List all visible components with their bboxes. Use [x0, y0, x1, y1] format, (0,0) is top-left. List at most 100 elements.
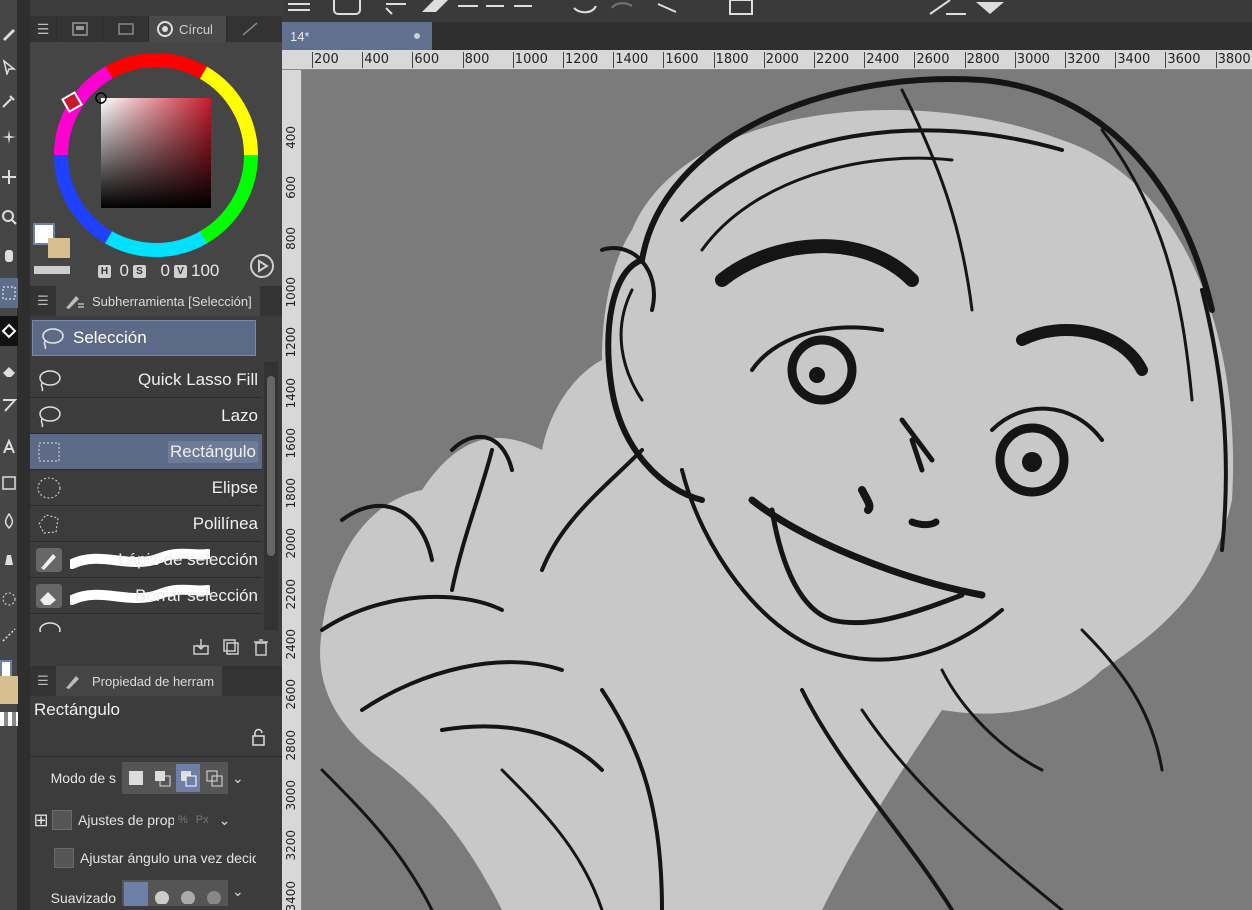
drawing-canvas[interactable]	[302, 70, 1252, 910]
subtool-item-selection-pen[interactable]: Lápiz de selección	[30, 542, 262, 578]
duplicate-subtool-icon[interactable]	[220, 636, 242, 658]
panel-column: ☰ Círcul H 0 S 0 V 100 ☰ Subherramienta …	[30, 0, 308, 910]
property-settings-checkbox[interactable]	[52, 810, 72, 830]
subtool-tab[interactable]: Subherramienta [Selección]	[56, 286, 260, 316]
auto-select-tool-icon[interactable]	[0, 122, 18, 152]
ruler-tick-label: 3400	[1117, 52, 1151, 67]
wheel-sub-color[interactable]	[48, 238, 70, 258]
expand-icon[interactable]: ⊞	[30, 810, 52, 831]
subtool-item-lasso[interactable]: Lazo	[30, 398, 262, 434]
chevron-down-icon[interactable]: ⌄	[232, 883, 244, 900]
hand-tool-icon[interactable]	[0, 240, 18, 270]
ruler-tick-mark	[763, 52, 765, 68]
subtool-item-polyline[interactable]: Polilínea	[30, 506, 262, 542]
antialiasing-none-icon[interactable]	[124, 882, 148, 906]
new-selection-icon[interactable]	[124, 764, 148, 792]
lock-icon[interactable]	[250, 728, 268, 746]
lasso-icon	[39, 406, 61, 428]
intersect-selection-icon[interactable]	[202, 764, 226, 792]
subtool-item-quick-lasso-fill[interactable]: Quick Lasso Fill	[30, 362, 262, 398]
tab-color-slider[interactable]	[102, 16, 148, 42]
lasso-tool-icon[interactable]	[0, 584, 18, 614]
percent-icon[interactable]: %	[178, 814, 188, 826]
tab-color-history[interactable]	[226, 16, 272, 42]
ruler-tick-label: 3400	[284, 880, 298, 910]
pen-icon	[929, 0, 966, 15]
dock-gap	[18, 0, 30, 910]
ruler-tick-label: 3600	[1167, 52, 1201, 67]
tool-property-menu-icon[interactable]: ☰	[30, 673, 56, 689]
ruler-tick-mark	[964, 52, 966, 68]
document-tab[interactable]: 14*	[282, 22, 432, 50]
unsaved-dot-icon[interactable]	[414, 33, 420, 39]
color-wheel-panel: H 0 S 0 V 100	[30, 42, 282, 286]
ruler-tick-label: 400	[284, 126, 298, 149]
ruler-tick-label: 2400	[866, 52, 900, 67]
subtool-item-ellipse[interactable]: Elipse	[30, 470, 262, 506]
add-selection-icon[interactable]	[150, 764, 174, 792]
wheel-transparent-color[interactable]	[34, 266, 70, 274]
rectangle-selection-icon	[38, 442, 60, 462]
operation-tool-icon[interactable]	[0, 52, 18, 82]
ruler-tick-label: 3200	[1067, 52, 1101, 67]
subtool-group-selection[interactable]: Selección	[32, 320, 256, 356]
ruler-tick-label: 3000	[284, 779, 298, 811]
decoration-tool-icon[interactable]	[0, 390, 18, 420]
vertical-ruler[interactable]: 400 600 800 1000 1200 1400 1600 1800 2000 2200 240…	[282, 70, 302, 910]
chevron-down-icon[interactable]: ⌄	[219, 812, 231, 829]
subtool-item-erase-selection[interactable]: Borrar selección	[30, 578, 262, 614]
ruler-tick-mark	[864, 52, 866, 68]
menu-icon	[288, 3, 310, 11]
subtract-selection-icon[interactable]	[176, 764, 200, 792]
brush-tool-icon[interactable]	[0, 544, 18, 574]
ruler-tick-label: 800	[284, 226, 298, 250]
tab-color-wheel[interactable]: Círcul	[148, 16, 226, 42]
ellipse-selection-icon	[37, 477, 61, 499]
color-slider-toggle-icon[interactable]	[250, 254, 274, 278]
selection-tool-icon[interactable]	[0, 278, 18, 308]
tool-property-title: Propiedad de herram	[92, 673, 215, 689]
scrollbar-thumb[interactable]	[267, 376, 275, 556]
chevron-down-icon[interactable]: ⌄	[232, 770, 244, 787]
lasso-icon	[42, 328, 64, 350]
polyline-selection-icon	[38, 514, 59, 534]
tool-property-tab[interactable]: Propiedad de herram	[56, 666, 223, 696]
ruler-tick-mark	[563, 52, 564, 68]
eraser-tool-icon[interactable]	[0, 356, 18, 386]
subtool-item-partial[interactable]	[30, 614, 262, 632]
eyedropper-tool-icon[interactable]	[0, 86, 18, 116]
subtool-item-label: Lápiz de selección	[118, 549, 258, 569]
figure-tool-icon[interactable]	[0, 468, 18, 498]
zoom-tool-icon[interactable]	[0, 202, 18, 232]
delete-subtool-icon[interactable]	[250, 636, 272, 658]
text-tool-icon[interactable]	[0, 432, 18, 462]
ruler-tick-mark	[312, 52, 313, 68]
ruler-tick-mark	[1165, 52, 1167, 68]
panel-menu-icon[interactable]: ☰	[30, 16, 56, 42]
subtool-menu-icon[interactable]: ☰	[30, 293, 56, 309]
import-subtool-icon[interactable]	[190, 636, 212, 658]
angle-checkbox[interactable]	[54, 848, 74, 868]
ruler-tick-mark	[512, 52, 514, 68]
antialiasing-weak-icon[interactable]	[150, 882, 174, 906]
ruler-tick-label: 1800	[715, 52, 749, 67]
subtool-item-rectangle[interactable]: Rectángulo	[30, 434, 262, 470]
subtool-item-label: Rectángulo	[167, 440, 258, 463]
ruler-tick-label: 600	[284, 176, 298, 200]
pen-select-tool-icon[interactable]	[0, 620, 18, 650]
color-wheel[interactable]	[30, 42, 282, 286]
h-value: 0	[119, 261, 129, 280]
pen-tool-icon[interactable]	[0, 18, 18, 48]
property-settings-row: ⊞ Ajustes de propi % Px ⌄	[30, 802, 270, 838]
horizontal-ruler[interactable]: 200 400 600 800 1000 1200 1400 1600 1800 2000 2200…	[282, 50, 1252, 70]
tab-color-set[interactable]	[56, 16, 102, 42]
subtool-scrollbar[interactable]	[264, 362, 278, 630]
antialiasing-strong-icon[interactable]	[202, 882, 226, 906]
ruler-tick-label: 2000	[765, 52, 799, 67]
px-icon[interactable]: Px	[196, 814, 209, 826]
loading-icon	[657, 3, 677, 13]
antialiasing-medium-icon[interactable]	[176, 882, 200, 906]
fill-tool-icon[interactable]	[0, 316, 18, 346]
blend-tool-icon[interactable]	[0, 506, 18, 536]
move-tool-icon[interactable]	[0, 162, 18, 192]
